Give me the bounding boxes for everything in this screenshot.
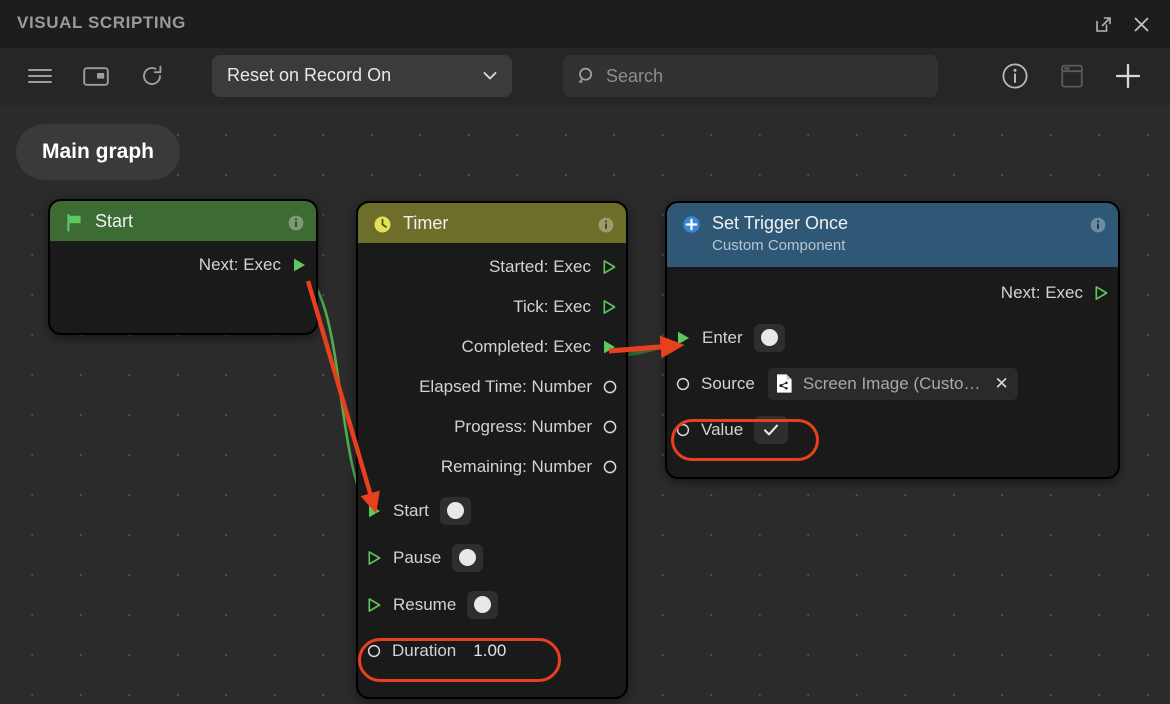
port-label: Pause bbox=[393, 547, 442, 567]
flag-icon bbox=[64, 212, 84, 232]
exec-port-in-connected[interactable] bbox=[367, 503, 382, 519]
trigger-button[interactable] bbox=[452, 543, 484, 572]
port-label: Enter bbox=[702, 327, 743, 347]
node-start-header[interactable]: Start bbox=[50, 201, 316, 241]
external-link-icon[interactable] bbox=[1088, 10, 1118, 38]
port-row[interactable]: Resume bbox=[358, 581, 626, 628]
value-port-out[interactable] bbox=[603, 460, 617, 474]
node-set-trigger-once[interactable]: Set Trigger Once Custom Component Next: … bbox=[665, 201, 1120, 479]
visual-scripting-window: VISUAL SCRIPTING Reset on Record On Sear… bbox=[0, 0, 1170, 704]
value-checkbox[interactable] bbox=[754, 415, 789, 444]
graph-tab-main[interactable]: Main graph bbox=[16, 124, 181, 180]
port-label: Completed: Exec bbox=[461, 337, 591, 356]
plus-icon[interactable] bbox=[1109, 57, 1147, 95]
port-row[interactable]: Next: Exec bbox=[50, 245, 316, 285]
graph-canvas[interactable]: Main graph Start Next: Exec Timer Starte… bbox=[0, 105, 1170, 704]
port-label: Source bbox=[701, 373, 755, 393]
port-label: Progress: Number bbox=[454, 417, 592, 436]
port-label: Remaining: Number bbox=[440, 457, 592, 476]
exec-port-out-connected[interactable] bbox=[602, 339, 617, 355]
port-label: Elapsed Time: Number bbox=[419, 377, 592, 396]
source-object-field[interactable]: Screen Image (Custo… ✕ bbox=[767, 367, 1018, 400]
chevron-down-icon bbox=[482, 69, 498, 88]
trigger-button[interactable] bbox=[753, 323, 785, 352]
panel-layout-icon[interactable] bbox=[77, 57, 115, 95]
exec-port-out[interactable] bbox=[1094, 285, 1109, 301]
trigger-button[interactable] bbox=[467, 590, 499, 619]
exec-port-out[interactable] bbox=[602, 299, 617, 315]
exec-port-in-connected[interactable] bbox=[676, 330, 691, 346]
clock-icon bbox=[372, 214, 392, 234]
node-set-trigger-once-title: Set Trigger Once bbox=[712, 213, 849, 233]
port-row[interactable]: Pause bbox=[358, 534, 626, 581]
port-row[interactable]: Next: Exec bbox=[667, 271, 1118, 315]
port-label: Next: Exec bbox=[198, 255, 281, 274]
port-label: Resume bbox=[393, 594, 457, 614]
node-timer-body: Started: Exec Tick: Exec Completed: Exec bbox=[358, 243, 626, 684]
exec-port-out[interactable] bbox=[292, 257, 307, 273]
port-label: Started: Exec bbox=[488, 257, 591, 276]
info-icon[interactable] bbox=[597, 216, 614, 233]
value-port-out[interactable] bbox=[603, 380, 617, 394]
port-row-value[interactable]: Value bbox=[667, 407, 1118, 452]
port-row[interactable]: Progress: Number bbox=[358, 407, 626, 447]
refresh-icon[interactable] bbox=[133, 57, 171, 95]
exec-port-out[interactable] bbox=[602, 259, 617, 275]
port-row[interactable]: Start bbox=[358, 487, 626, 534]
value-port-in[interactable] bbox=[676, 423, 690, 437]
hamburger-menu-icon[interactable] bbox=[21, 57, 59, 95]
port-row[interactable]: Enter bbox=[667, 315, 1118, 360]
node-set-trigger-once-subtitle: Custom Component bbox=[712, 237, 846, 254]
value-port-out[interactable] bbox=[603, 420, 617, 434]
close-icon[interactable]: ✕ bbox=[995, 375, 1009, 392]
window-titlebar: VISUAL SCRIPTING bbox=[0, 0, 1170, 48]
exec-port-in[interactable] bbox=[367, 597, 382, 613]
window-icon[interactable] bbox=[1053, 57, 1091, 95]
graph-selector-dropdown[interactable]: Reset on Record On bbox=[212, 55, 512, 97]
port-row[interactable]: Elapsed Time: Number bbox=[358, 367, 626, 407]
node-set-trigger-once-body: Next: Exec Enter Source Screen Image (Cu… bbox=[667, 267, 1118, 462]
port-row[interactable]: Completed: Exec bbox=[358, 327, 626, 367]
window-title: VISUAL SCRIPTING bbox=[17, 13, 186, 32]
info-icon[interactable] bbox=[1089, 216, 1106, 233]
value-port-in[interactable] bbox=[676, 377, 690, 391]
node-start-body: Next: Exec bbox=[50, 241, 316, 295]
port-row[interactable]: Started: Exec bbox=[358, 247, 626, 287]
port-row[interactable]: Tick: Exec bbox=[358, 287, 626, 327]
search-icon bbox=[577, 66, 597, 91]
node-start-title: Start bbox=[95, 211, 134, 231]
search-box[interactable] bbox=[563, 55, 938, 97]
value-port-in[interactable] bbox=[367, 644, 381, 658]
info-circle-icon[interactable] bbox=[996, 57, 1034, 95]
node-timer[interactable]: Timer Started: Exec Tick: Exec Completed… bbox=[356, 201, 628, 699]
duration-value-field[interactable]: 1.00 bbox=[473, 641, 506, 661]
port-label: Tick: Exec bbox=[513, 297, 591, 316]
port-row[interactable]: Source Screen Image (Custo… ✕ bbox=[667, 360, 1118, 407]
trigger-button[interactable] bbox=[439, 496, 471, 525]
info-icon[interactable] bbox=[287, 214, 304, 231]
port-row[interactable]: Remaining: Number bbox=[358, 447, 626, 487]
plus-circle-icon bbox=[681, 214, 701, 234]
close-icon[interactable] bbox=[1126, 10, 1156, 38]
graph-selector-value: Reset on Record On bbox=[227, 65, 392, 85]
port-label: Start bbox=[393, 500, 429, 520]
node-timer-header[interactable]: Timer bbox=[358, 203, 626, 243]
node-start[interactable]: Start Next: Exec bbox=[48, 199, 318, 335]
graph-tab-label: Main graph bbox=[42, 140, 155, 163]
node-set-trigger-once-header[interactable]: Set Trigger Once Custom Component bbox=[667, 203, 1118, 267]
port-row-duration[interactable]: Duration 1.00 bbox=[358, 628, 626, 674]
port-label: Next: Exec bbox=[1000, 283, 1083, 302]
port-label: Duration bbox=[392, 641, 457, 660]
script-file-icon bbox=[775, 373, 794, 394]
node-timer-title: Timer bbox=[403, 213, 449, 233]
search-input[interactable] bbox=[606, 55, 926, 97]
exec-port-in[interactable] bbox=[367, 550, 382, 566]
source-object-name: Screen Image (Custo… bbox=[802, 373, 981, 393]
port-label: Value bbox=[701, 419, 744, 439]
